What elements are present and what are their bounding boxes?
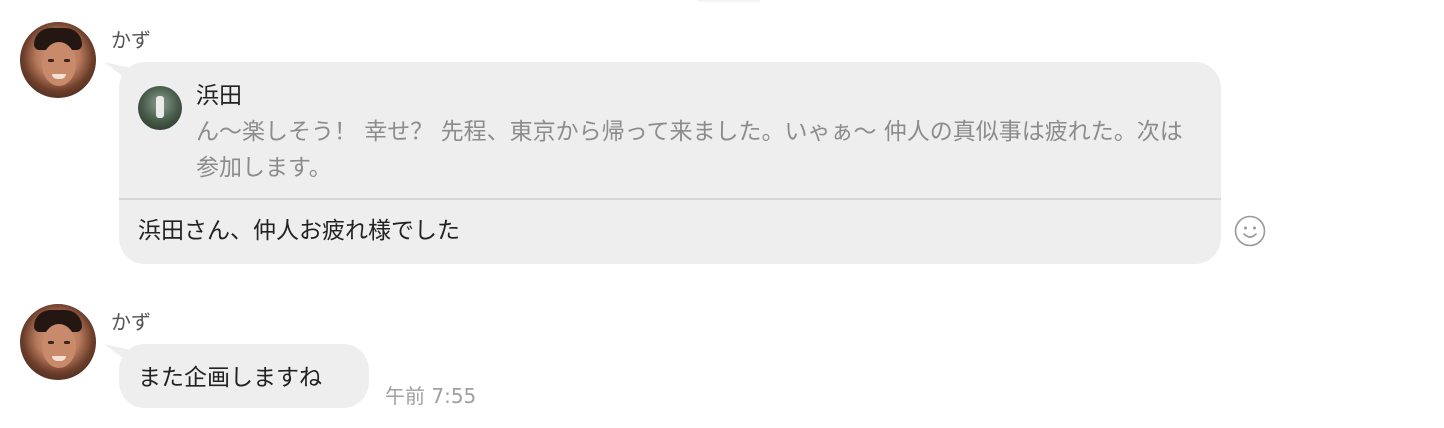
smile-icon[interactable] [1234,215,1266,247]
message-bubble[interactable]: 浜田 ん〜楽しそう！ 幸せ？ 先程、東京から帰って来ました。いゃぁ〜 仲人の真似… [119,62,1221,264]
quoted-message[interactable]: 浜田 ん〜楽しそう！ 幸せ？ 先程、東京から帰って来ました。いゃぁ〜 仲人の真似… [119,62,1221,198]
message-time: 午前 7:55 [385,384,477,408]
quote-divider [119,198,1221,200]
top-date-pill [692,0,766,2]
avatar[interactable] [20,304,96,380]
sender-name: かず [111,28,151,52]
message-bubble[interactable]: また企画しますね [119,344,369,408]
quoted-avatar [138,86,182,130]
quoted-text: ん〜楽しそう！ 幸せ？ 先程、東京から帰って来ました。いゃぁ〜 仲人の真似事は疲… [196,119,1183,181]
message-text: 浜田さん、仲人お疲れ様でした [138,218,460,244]
message-text: また企画しますね [138,365,322,391]
quoted-sender-name: 浜田 [196,83,242,109]
sender-name: かず [111,310,151,334]
avatar[interactable] [20,22,96,98]
